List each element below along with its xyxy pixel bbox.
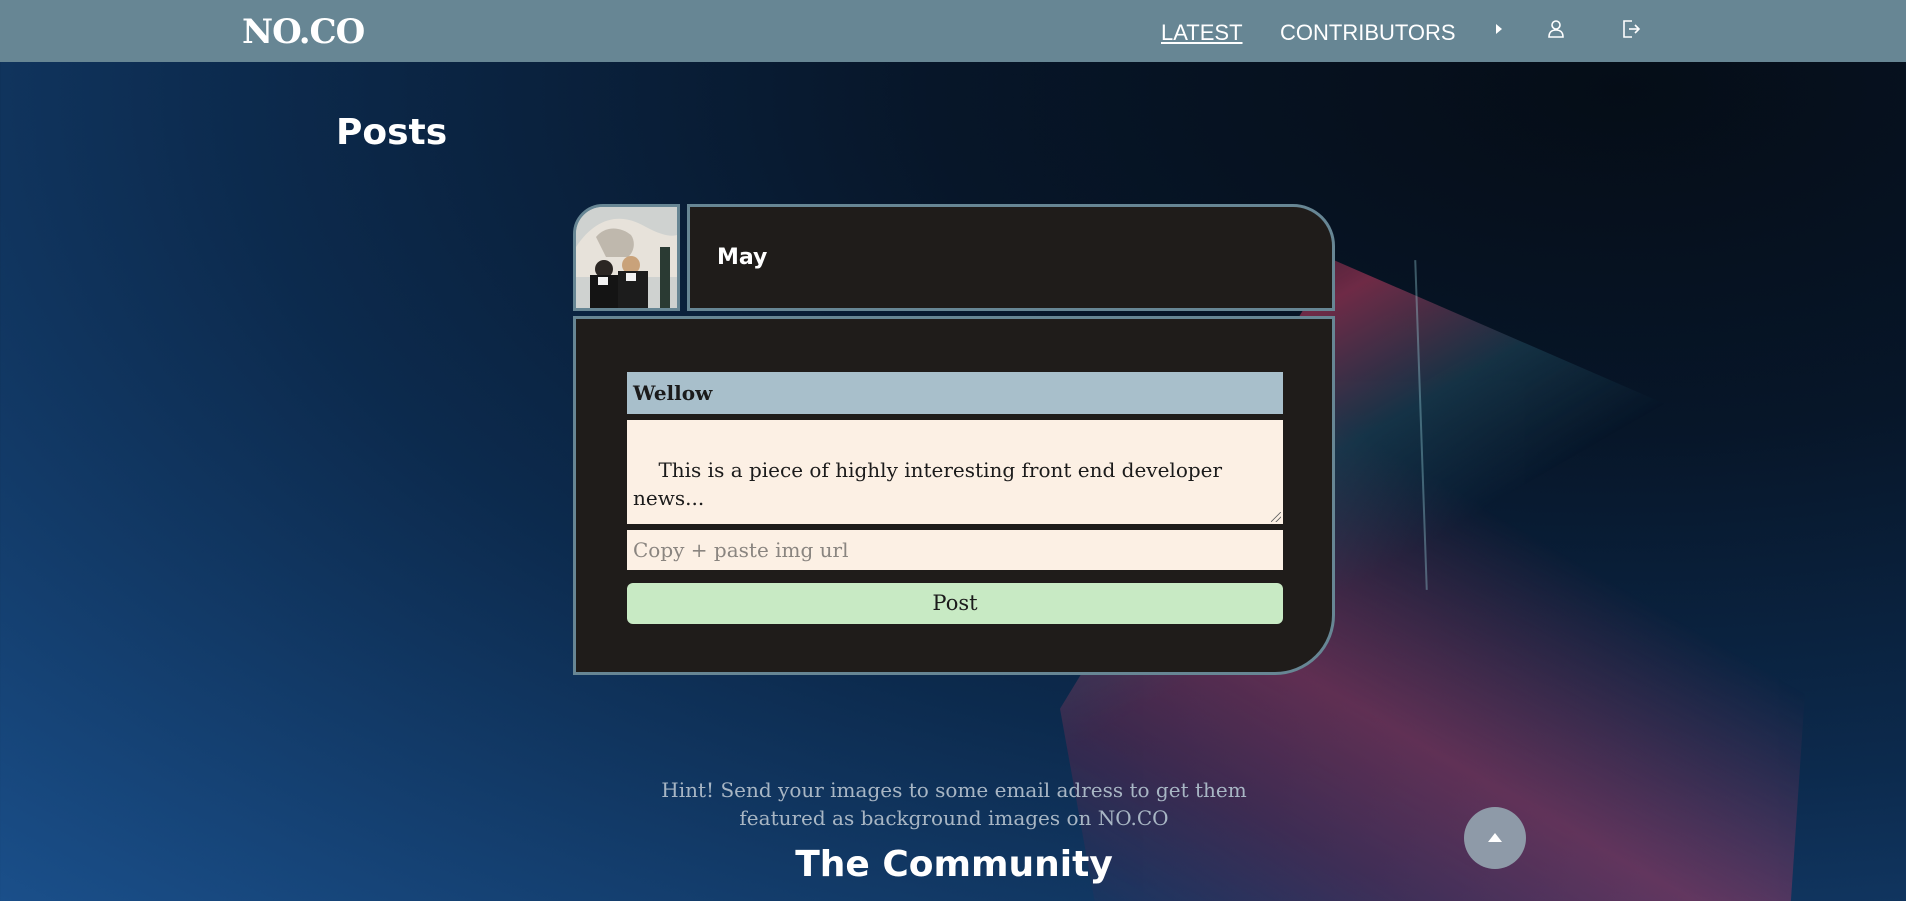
image-url-input[interactable]: Copy + paste img url (627, 530, 1283, 570)
community-heading: The Community (795, 844, 1113, 885)
post-body-textarea[interactable]: This is a piece of highly interesting fr… (627, 420, 1283, 524)
post-body-text: This is a piece of highly interesting fr… (633, 458, 1223, 510)
nav-link-contributors[interactable]: CONTRIBUTORS (1280, 20, 1456, 46)
caret-up-icon (1488, 833, 1502, 842)
new-post-form: Wellow This is a piece of highly interes… (573, 316, 1335, 675)
user-icon[interactable] (1545, 18, 1567, 40)
resize-handle-icon[interactable] (1271, 512, 1281, 522)
site-logo[interactable]: NO.CO (242, 12, 365, 52)
avatar (573, 204, 680, 311)
top-navbar: NO.CO LATEST CONTRIBUTORS (0, 0, 1906, 62)
logout-icon[interactable] (1620, 18, 1642, 40)
author-name-panel: May (687, 204, 1335, 311)
hint-text: Hint! Send your images to some email adr… (661, 778, 1247, 830)
nav-link-latest[interactable]: LATEST (1161, 20, 1243, 46)
page-title: Posts (336, 112, 448, 153)
author-name: May (717, 245, 768, 270)
scroll-to-top-button[interactable] (1464, 807, 1526, 869)
caret-right-icon[interactable] (1488, 18, 1510, 40)
post-title-input[interactable]: Wellow (627, 372, 1283, 414)
post-button[interactable]: Post (627, 583, 1283, 624)
